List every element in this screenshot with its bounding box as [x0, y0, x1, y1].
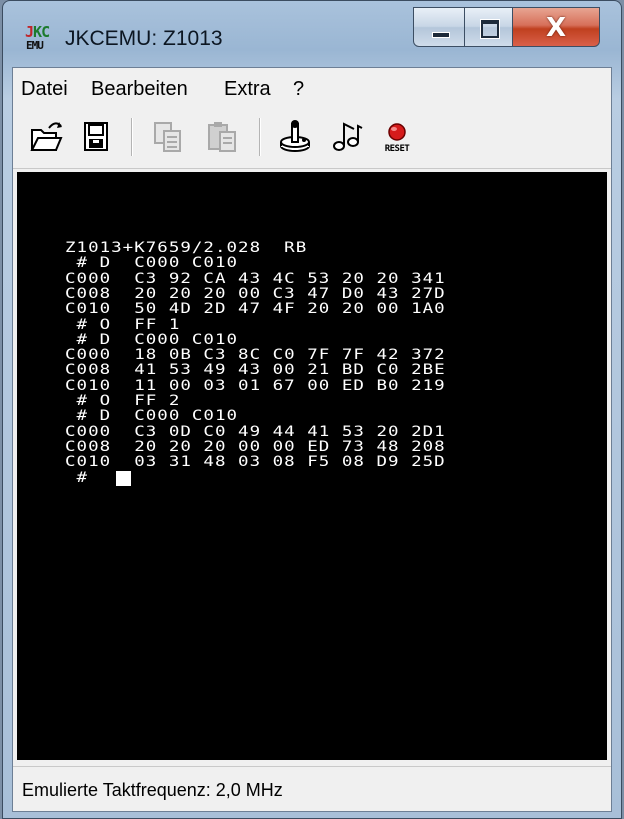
- screen-line: #: [65, 469, 89, 486]
- music-note-icon[interactable]: [330, 118, 364, 154]
- toolbar: RESET: [13, 106, 611, 169]
- window-title: JKCEMU: Z1013: [65, 27, 223, 50]
- screen-line: C000 C3 0D C0 49 44 41 53 20 2D1: [65, 423, 446, 440]
- paste-icon[interactable]: [205, 118, 239, 154]
- open-folder-icon[interactable]: [29, 118, 63, 154]
- maximize-button[interactable]: [464, 7, 513, 47]
- text-cursor: [116, 470, 131, 486]
- menu-bearbeiten[interactable]: Bearbeiten: [91, 78, 188, 101]
- maximize-icon: [481, 20, 499, 38]
- screen-line: C010 50 4D 2D 47 4F 20 20 00 1A0: [65, 300, 446, 318]
- status-bar: Emulierte Taktfrequenz: 2,0 MHz: [13, 766, 611, 811]
- reset-label: RESET: [384, 144, 410, 154]
- title-bar[interactable]: JKC EMU JKCEMU: Z1013 X: [3, 1, 621, 61]
- screen-line: # O FF 2: [65, 392, 181, 409]
- joystick-icon[interactable]: [278, 118, 312, 154]
- menu-help[interactable]: ?: [293, 78, 304, 101]
- close-button[interactable]: X: [512, 7, 600, 47]
- screen-line: C008 20 20 20 00 C3 47 D0 43 27D: [65, 285, 446, 302]
- reset-button[interactable]: RESET: [380, 118, 414, 154]
- minimize-icon: [432, 32, 450, 38]
- screen-line: C010 03 31 48 03 08 F5 08 D9 25D: [65, 453, 446, 471]
- menu-extra[interactable]: Extra: [224, 78, 271, 101]
- emulator-window: JKC EMU JKCEMU: Z1013 X Datei Bearbeiten…: [2, 0, 622, 819]
- menu-datei[interactable]: Datei: [21, 78, 68, 101]
- screen-line: # D C000 C010: [65, 331, 239, 348]
- screen-line: C000 18 0B C3 8C C0 7F 7F 42 372: [65, 346, 446, 364]
- toolbar-separator: [259, 118, 260, 156]
- screen-line: # D C000 C010: [65, 254, 239, 272]
- screen-line: C008 20 20 20 00 00 ED 73 48 208: [65, 438, 446, 455]
- screen-line: Z1013+K7659/2.028 RB: [65, 239, 308, 256]
- status-text: Emulierte Taktfrequenz: 2,0 MHz: [22, 780, 283, 800]
- emulator-screen[interactable]: Z1013+K7659/2.028 RB # D C000 C010 C000 C…: [17, 172, 607, 760]
- save-disk-icon[interactable]: [78, 118, 112, 154]
- screen-line: C000 C3 92 CA 43 4C 53 20 20 341: [65, 270, 446, 287]
- screen-line: # D C000 C010: [65, 407, 239, 425]
- minimize-button[interactable]: [413, 7, 465, 47]
- screen-line: C008 41 53 49 43 00 21 BD C0 2BE: [65, 361, 446, 379]
- jkcemu-logo-icon[interactable]: JKC EMU: [25, 25, 55, 55]
- screen-line: # O FF 1: [65, 316, 181, 333]
- copy-icon[interactable]: [151, 118, 185, 154]
- close-icon: X: [545, 13, 567, 43]
- screen-line: C010 11 00 03 01 67 00 ED B0 219: [65, 377, 446, 394]
- client-area: Datei Bearbeiten Extra ? RESET Z1013+K76…: [12, 67, 612, 812]
- toolbar-separator: [131, 118, 132, 156]
- menu-bar: Datei Bearbeiten Extra ?: [13, 68, 611, 107]
